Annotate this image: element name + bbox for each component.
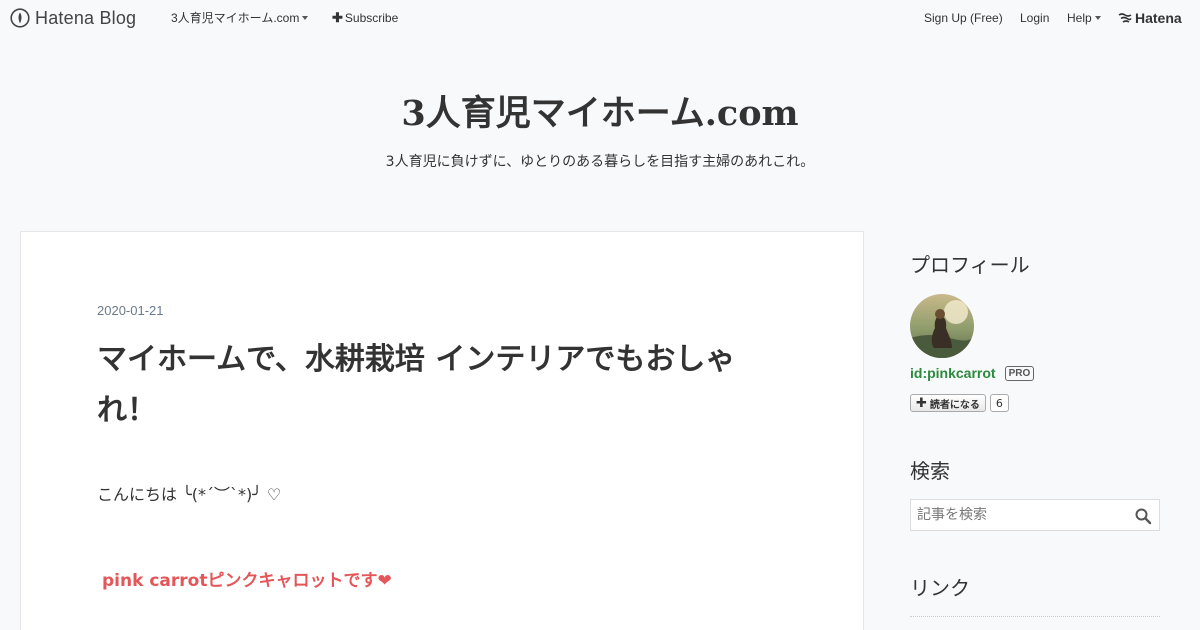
chevron-down-icon xyxy=(302,16,309,20)
subscriber-count[interactable]: 6 xyxy=(989,394,1009,412)
entry-greeting: こんにちは ╰(*´︶`*)╯ ♡ xyxy=(97,485,282,504)
blog-title[interactable]: 3人育児マイホーム.com xyxy=(0,90,1200,138)
entry-date[interactable]: 2020-01-21 xyxy=(97,303,164,318)
plus-icon: ✚ xyxy=(332,10,343,25)
pro-badge[interactable]: PRO xyxy=(1004,365,1035,381)
signup-link[interactable]: Sign Up (Free) xyxy=(924,11,1003,25)
links-divider xyxy=(910,616,1160,617)
subscribe-button-label: 読者になる xyxy=(929,399,980,411)
blog-description: 3人育児に負けずに、ゆとりのある暮らしを目指す主婦のあれこれ。 xyxy=(385,154,815,170)
avatar[interactable] xyxy=(910,294,974,358)
plus-icon: ✚ xyxy=(916,395,927,411)
hatena-blog-icon xyxy=(10,8,30,28)
entry-title[interactable]: マイホームで、水耕栽培 インテリアでもおしゃれ！ xyxy=(97,334,787,436)
search-input[interactable] xyxy=(911,500,1126,530)
help-dropdown[interactable]: Help xyxy=(1067,11,1101,25)
links-heading-text: リンク xyxy=(910,576,970,600)
search-heading-text: 検索 xyxy=(910,459,950,483)
help-label: Help xyxy=(1067,11,1092,25)
profile-heading: プロフィール xyxy=(910,251,1160,279)
login-link[interactable]: Login xyxy=(1020,11,1049,25)
subscribe-link[interactable]: ✚ Subscribe xyxy=(332,10,399,26)
entry-card: 2020-01-21 マイホームで、水耕栽培 インテリアでもおしゃれ！ こんにち… xyxy=(20,231,864,630)
hatena-label: Hatena xyxy=(1135,10,1182,26)
subscribe-button[interactable]: ✚ 読者になる xyxy=(910,394,986,412)
avatar-image xyxy=(910,294,974,358)
brand-name: Hatena Blog xyxy=(35,8,137,28)
hatena-blog-logo[interactable]: Hatena Blog xyxy=(10,7,136,29)
search-box xyxy=(910,499,1160,531)
profile-heading-text: プロフィール xyxy=(910,253,1030,277)
entry-intro: pink carrotピンクキャロットです❤ xyxy=(102,571,392,591)
global-header: Hatena Blog 3人育児マイホーム.com ✚ Subscribe Sig… xyxy=(0,0,1200,36)
hatena-logo[interactable]: Hatena xyxy=(1118,10,1182,26)
chevron-down-icon xyxy=(1094,16,1101,20)
user-id-link[interactable]: id:pinkcarrot xyxy=(910,365,996,381)
search-icon[interactable] xyxy=(1134,507,1152,525)
hatena-wave-icon xyxy=(1118,13,1132,23)
search-heading: 検索 xyxy=(910,457,1160,485)
links-heading: リンク xyxy=(910,574,1160,602)
blog-menu-dropdown[interactable]: 3人育児マイホーム.com xyxy=(171,11,309,25)
blog-menu-label: 3人育児マイホーム.com xyxy=(171,11,300,25)
profile-id-row: id:pinkcarrot PRO xyxy=(910,365,1035,381)
subscribe-label: Subscribe xyxy=(344,11,399,25)
subscribe-widget: ✚ 読者になる 6 xyxy=(910,394,1009,412)
